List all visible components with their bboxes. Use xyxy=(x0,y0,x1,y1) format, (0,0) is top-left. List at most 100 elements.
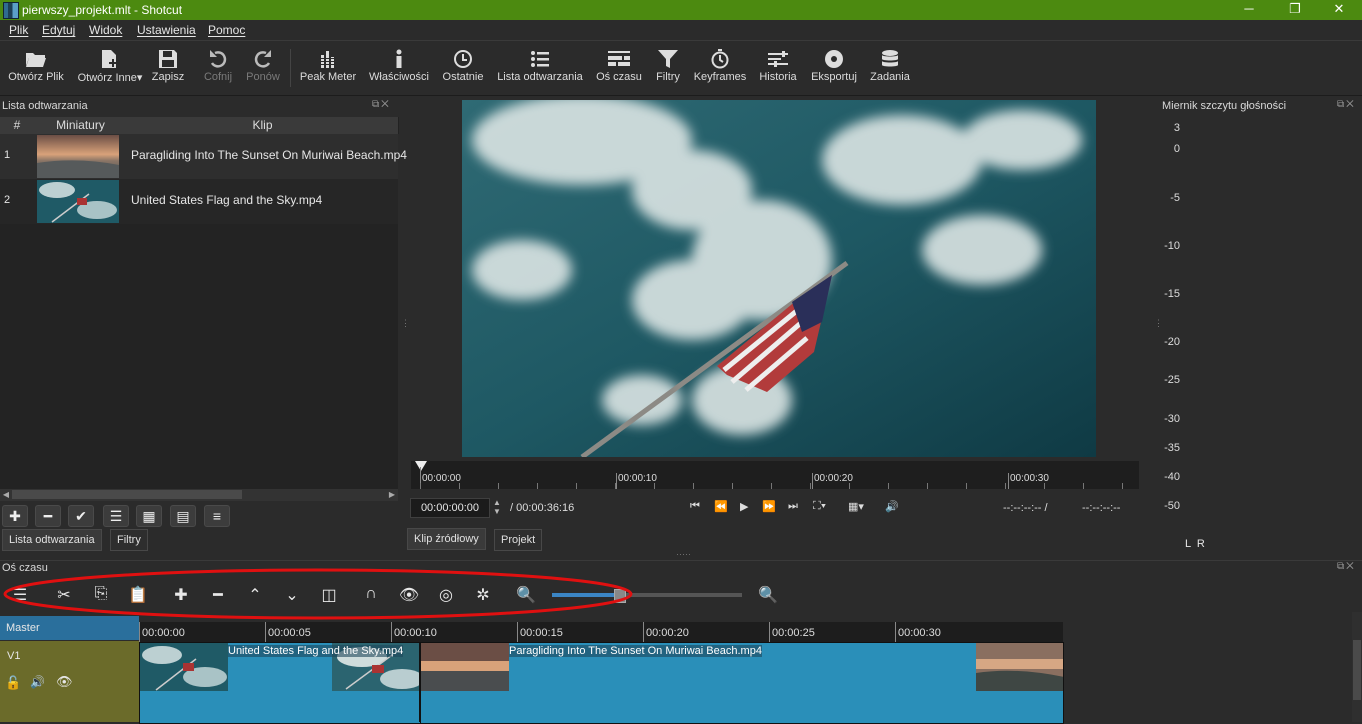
column-header-number[interactable]: # xyxy=(0,117,35,134)
playlist-add-button[interactable]: ✚ xyxy=(2,505,28,527)
grid-toggle-icon[interactable]: ▦▾ xyxy=(848,500,864,513)
menu-file[interactable]: Plik xyxy=(9,23,28,37)
window-title: pierwszy_projekt.mlt - Shotcut xyxy=(22,3,183,17)
hide-eye-icon[interactable]: 👁 xyxy=(56,674,73,690)
zoom-in-icon[interactable]: 🔍 xyxy=(756,585,780,605)
v1-track-header[interactable]: V1 🔓 🔊 👁 xyxy=(0,641,139,722)
play-icon[interactable]: ▶ xyxy=(740,500,748,513)
ruler-tick xyxy=(895,622,896,642)
timeline-dock-buttons[interactable]: ⧉✕ xyxy=(1337,561,1356,572)
position-timecode-field[interactable]: 00:00:00:00 xyxy=(410,498,490,518)
player-time-ruler[interactable]: 00:00:00 00:00:10 00:00:20 00:00:30 xyxy=(411,461,1139,489)
timeline-label: Oś czasu xyxy=(596,71,642,83)
scrollbar-thumb[interactable] xyxy=(1353,640,1361,700)
export-label: Eksportuj xyxy=(811,71,857,83)
peak-meter-button[interactable]: Peak Meter xyxy=(298,45,358,93)
timecode-spinner[interactable]: ▲ ▼ xyxy=(493,498,501,516)
menu-bar: Plik Edytuj Widok Ustawienia Pomoc xyxy=(0,20,1362,41)
ruler-label: 00:00:25 xyxy=(772,627,815,639)
menu-edit[interactable]: Edytuj xyxy=(42,23,75,37)
recent-button[interactable]: Ostatnie xyxy=(438,45,488,93)
playlist-row[interactable]: 2 United States Flag and the Sky.mp4 xyxy=(0,179,398,224)
playlist-menu-button[interactable]: ≡ xyxy=(204,505,230,527)
video-preview[interactable] xyxy=(462,100,1096,457)
minimize-button[interactable]: ─ xyxy=(1226,0,1272,20)
fast-forward-icon[interactable]: ⏩ xyxy=(762,500,776,513)
menu-view[interactable]: Widok xyxy=(89,23,122,37)
meter-level-label: -15 xyxy=(1164,288,1180,300)
save-label: Zapisz xyxy=(151,71,185,83)
jobs-button[interactable]: Zadania xyxy=(866,45,914,93)
filters-button[interactable]: Filtry xyxy=(650,45,686,93)
meter-channels-label: L R xyxy=(1185,538,1205,550)
properties-button[interactable]: Właściwości xyxy=(366,45,432,93)
ruler-label: 00:00:10 xyxy=(394,627,437,639)
playlist-dock-buttons[interactable]: ⧉✕ xyxy=(372,99,391,110)
jobs-icon xyxy=(882,50,898,67)
rewind-icon[interactable]: ⏪ xyxy=(714,500,728,513)
meter-level-label: -40 xyxy=(1164,471,1180,483)
grid-icon: ▦ xyxy=(142,508,156,524)
scroll-right-icon[interactable]: ▶ xyxy=(386,489,398,501)
meter-level-label: -50 xyxy=(1164,500,1180,512)
timeline-vertical-scrollbar[interactable] xyxy=(1352,612,1362,722)
splitter-handle[interactable]: ⋮ xyxy=(1154,318,1163,329)
timeline-clip[interactable]: Paragliding Into The Sunset On Muriwai B… xyxy=(420,642,1064,724)
out-point-label: --:--:--:-- xyxy=(1082,502,1121,514)
skip-to-start-icon[interactable]: ⏮ xyxy=(690,500,700,513)
splitter-handle[interactable]: ····· xyxy=(676,549,691,559)
timeline-ruler[interactable]: 00:00:00 00:00:05 00:00:10 00:00:15 00:0… xyxy=(139,622,1063,642)
open-other-button[interactable]: Otwórz Inne▾ xyxy=(74,45,146,93)
scroll-left-icon[interactable]: ◀ xyxy=(0,489,12,501)
clip-name: United States Flag and the Sky.mp4 xyxy=(131,193,323,207)
playlist-row[interactable]: 1 Paragliding Into The Sunset On Muriwai… xyxy=(0,134,407,179)
splitter-handle[interactable]: ⋮ xyxy=(401,318,410,329)
volume-icon[interactable]: 🔊 xyxy=(885,500,899,513)
tab-project[interactable]: Projekt xyxy=(494,529,543,551)
export-button[interactable]: Eksportuj xyxy=(806,45,862,93)
playhead-marker[interactable] xyxy=(415,461,427,471)
playlist-horizontal-scrollbar[interactable]: ◀ ▶ xyxy=(0,489,398,501)
meter-level-label: -30 xyxy=(1164,413,1180,425)
view-details-button[interactable]: ☰ xyxy=(103,505,129,527)
duration-label: / 00:00:36:16 xyxy=(510,502,575,514)
open-file-button[interactable]: Otwórz Plik xyxy=(4,45,68,93)
scrollbar-thumb[interactable] xyxy=(12,490,242,499)
add-file-icon xyxy=(102,50,117,68)
history-button[interactable]: Historia xyxy=(756,45,800,93)
redo-button[interactable]: Ponów xyxy=(245,45,281,93)
meter-dock-buttons[interactable]: ⧉✕ xyxy=(1337,99,1356,110)
tab-source-clip[interactable]: Klip źródłowy xyxy=(407,528,486,550)
clip-name: United States Flag and the Sky.mp4 xyxy=(228,645,404,657)
ruler-label: 00:00:20 xyxy=(646,627,689,639)
master-track-header[interactable]: Master xyxy=(0,616,139,640)
menu-help[interactable]: Pomoc xyxy=(208,23,245,37)
playlist-remove-button[interactable]: ━ xyxy=(35,505,61,527)
playlist-update-button[interactable]: ✔ xyxy=(68,505,94,527)
ruler-label: 00:00:15 xyxy=(520,627,563,639)
skip-to-end-icon[interactable]: ⏭ xyxy=(788,500,798,513)
maximize-button[interactable]: ❐ xyxy=(1272,0,1318,20)
timeline-button[interactable]: Oś czasu xyxy=(594,45,644,93)
ruler-tick xyxy=(517,622,518,642)
timeline-clip[interactable]: United States Flag and the Sky.mp4 xyxy=(139,642,421,724)
zoom-fit-icon[interactable]: ⛶▾ xyxy=(813,500,826,513)
menu-settings[interactable]: Ustawienia xyxy=(137,23,196,37)
column-header-clip[interactable]: Klip xyxy=(127,117,399,134)
tab-filters[interactable]: Filtry xyxy=(110,529,148,551)
undo-button[interactable]: Cofnij xyxy=(200,45,236,93)
view-icons-button[interactable]: ▤ xyxy=(170,505,196,527)
view-tiles-button[interactable]: ▦ xyxy=(136,505,162,527)
jobs-label: Zadania xyxy=(870,71,910,83)
tab-playlist[interactable]: Lista odtwarzania xyxy=(2,529,102,551)
redo-label: Ponów xyxy=(246,71,280,83)
lock-icon[interactable]: 🔓 xyxy=(5,675,21,691)
save-button[interactable]: Zapisz xyxy=(150,45,186,93)
column-header-thumbnails[interactable]: Miniatury xyxy=(34,117,128,134)
clip-name: Paragliding Into The Sunset On Muriwai B… xyxy=(509,645,762,657)
keyframes-button[interactable]: Keyframes xyxy=(692,45,748,93)
close-button[interactable]: ✕ xyxy=(1316,0,1362,20)
row-number: 2 xyxy=(4,194,11,206)
mute-icon[interactable]: 🔊 xyxy=(30,675,45,689)
playlist-button[interactable]: Lista odtwarzania xyxy=(494,45,586,93)
